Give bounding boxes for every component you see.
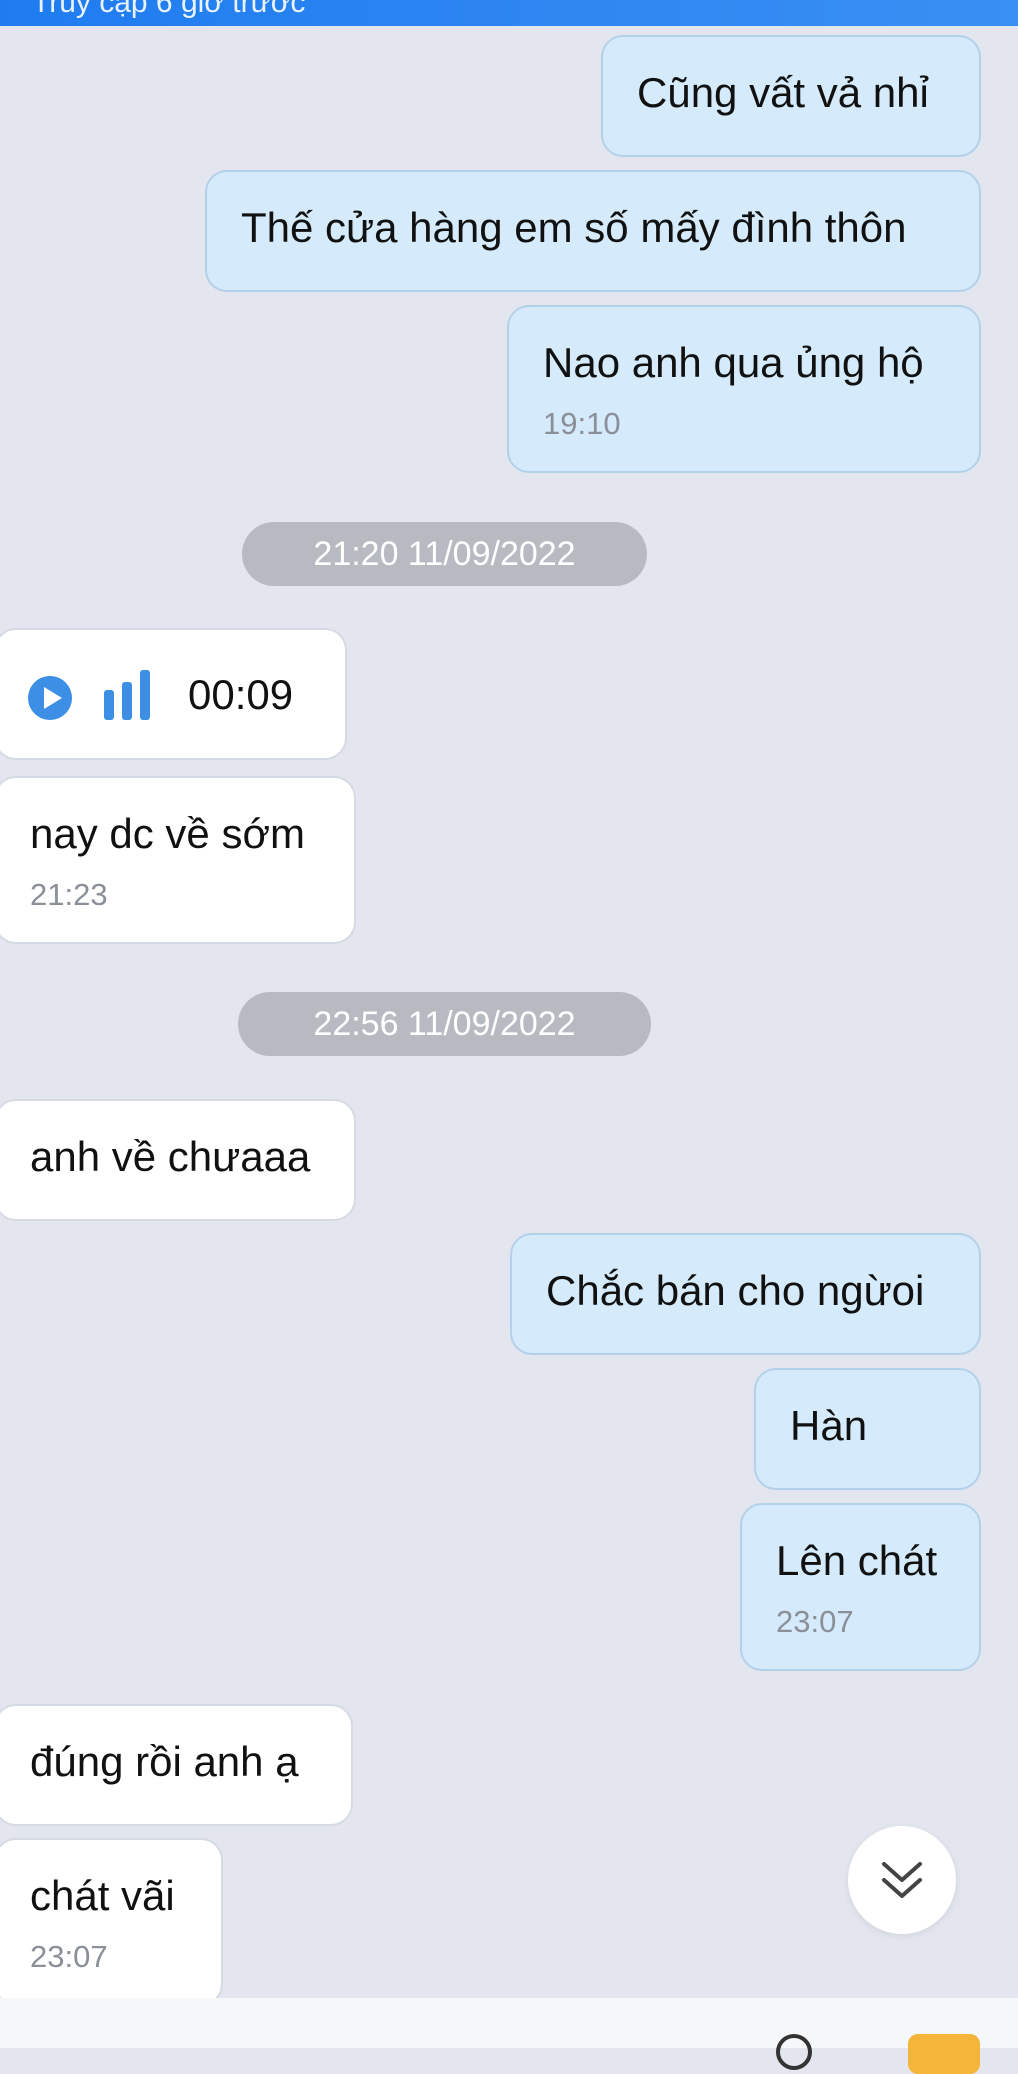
chat-header: Truy cập 6 giờ trước <box>0 0 1018 26</box>
message-input-bar[interactable] <box>0 1998 1018 2074</box>
incoming-message[interactable]: đúng rồi anh ạ <box>0 1704 353 1826</box>
date-divider: 21:20 11/09/2022 <box>242 522 647 586</box>
date-divider: 22:56 11/09/2022 <box>238 992 651 1056</box>
double-chevron-down-icon <box>882 1862 922 1898</box>
sticker-icon[interactable] <box>908 2034 980 2074</box>
message-time: 23:07 <box>30 1939 108 1974</box>
voice-duration: 00:09 <box>188 671 294 718</box>
date-divider-label: 22:56 11/09/2022 <box>313 1005 576 1043</box>
incoming-message[interactable]: anh về chưaaa <box>0 1099 356 1221</box>
date-divider-label: 21:20 11/09/2022 <box>313 535 576 573</box>
last-seen-status: Truy cập 6 giờ trước <box>32 0 306 19</box>
message-text: nay dc về sớm <box>30 810 305 857</box>
outgoing-message[interactable]: Lên chát 23:07 <box>740 1503 981 1671</box>
waveform-icon <box>104 670 150 720</box>
outgoing-message[interactable]: Cũng vất vả nhỉ <box>601 35 981 157</box>
outgoing-message[interactable]: Chắc bán cho ngừoi <box>510 1233 981 1355</box>
incoming-message[interactable]: nay dc về sớm 21:23 <box>0 776 356 944</box>
search-icon[interactable] <box>776 2034 812 2070</box>
message-text: đúng rồi anh ạ <box>30 1738 299 1785</box>
play-icon[interactable] <box>26 674 74 722</box>
outgoing-message[interactable]: Hàn <box>754 1368 981 1490</box>
scroll-to-bottom-button[interactable] <box>848 1826 956 1934</box>
message-text: Chắc bán cho ngừoi <box>546 1267 925 1314</box>
message-text: Cũng vất vả nhỉ <box>637 69 929 116</box>
outgoing-message[interactable]: Nao anh qua ủng hộ 19:10 <box>507 305 981 473</box>
message-text: anh về chưaaa <box>30 1133 311 1180</box>
voice-message[interactable]: 00:09 <box>0 628 347 760</box>
message-time: 21:23 <box>30 877 108 912</box>
incoming-message[interactable]: chát vãi 23:07 <box>0 1838 223 2006</box>
message-time: 19:10 <box>543 406 621 441</box>
message-text: chát vãi <box>30 1872 175 1919</box>
message-text: Thế cửa hàng em số mấy đình thôn <box>241 204 907 251</box>
outgoing-message[interactable]: Thế cửa hàng em số mấy đình thôn <box>205 170 981 292</box>
message-text: Nao anh qua ủng hộ <box>543 339 924 386</box>
message-time: 23:07 <box>776 1604 854 1639</box>
message-text: Lên chát <box>776 1537 938 1584</box>
message-text: Hàn <box>790 1402 868 1449</box>
